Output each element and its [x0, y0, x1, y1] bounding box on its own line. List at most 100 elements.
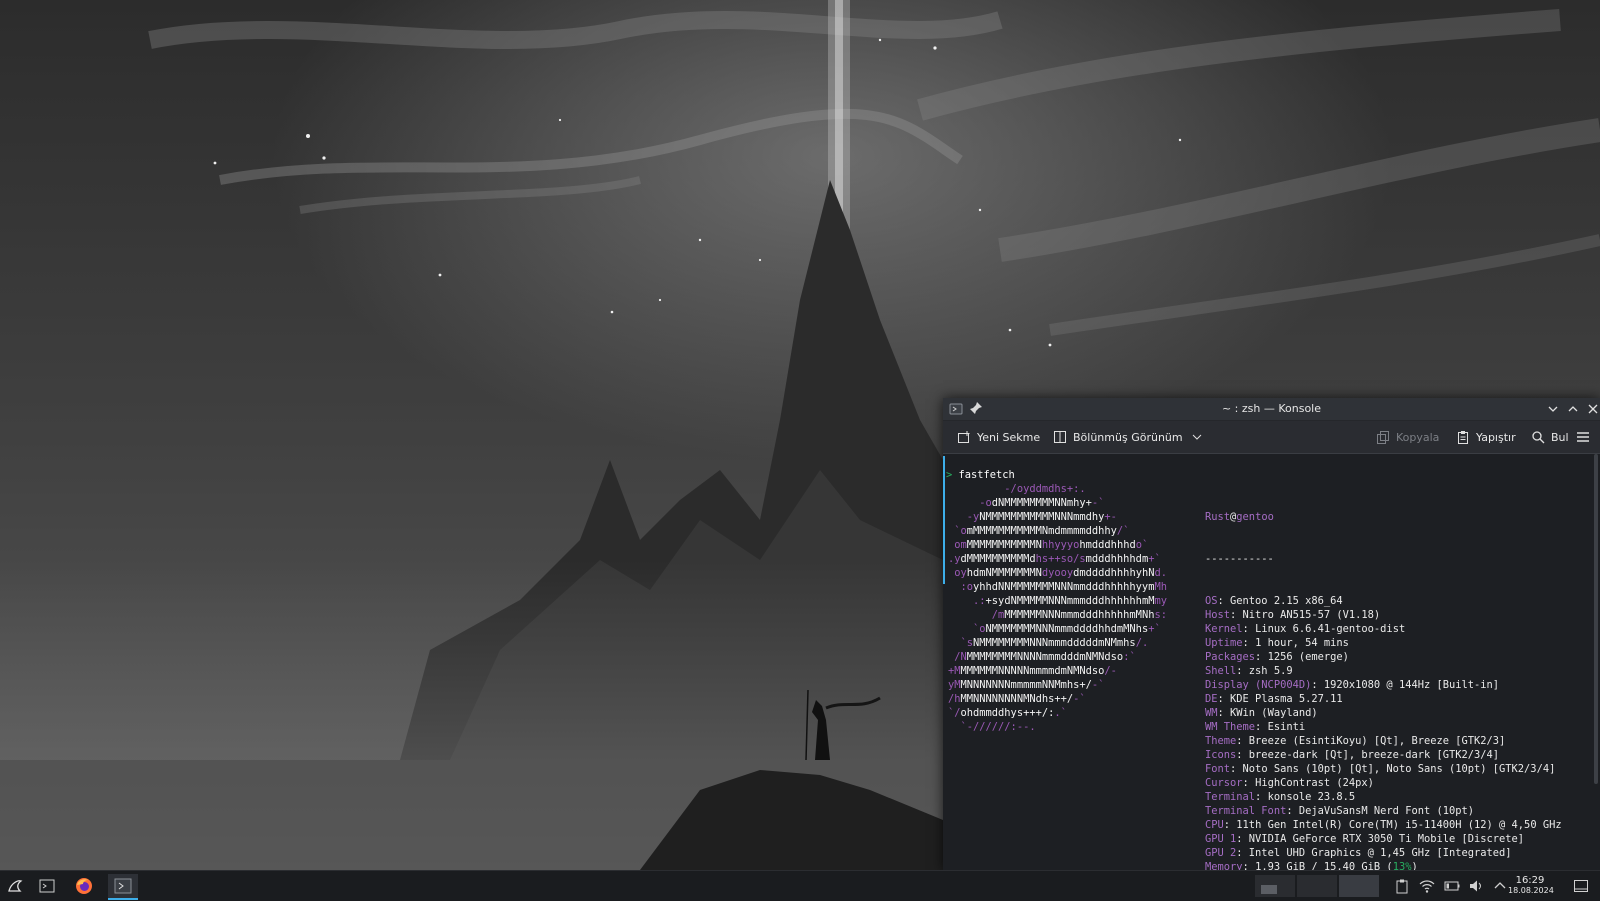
split-view-icon [1054, 431, 1066, 443]
info-key: Icons [1205, 749, 1237, 761]
logo-segment: dMMMMMMMMMMd [960, 553, 1036, 565]
logo-line: yMMNNNNNNNmmmmmNNMmhs+/-` [948, 678, 1167, 692]
logo-segment: -` [1091, 497, 1105, 509]
logo-segment: oy [948, 567, 967, 579]
paste-label: Yapıştır [1476, 430, 1516, 444]
gentoo-ascii-logo: -/oyddmdhs+:. -odNMMMMMMMMNNmhy+-` -yNMM… [948, 482, 1167, 734]
logo-segment: MNNNNNNNmmmmmNNMmhs+/ [960, 679, 1092, 691]
user-host-line: Rust@gentoo [1205, 511, 1274, 523]
scrollbar[interactable] [1594, 454, 1598, 784]
firefox-icon[interactable] [75, 877, 93, 895]
info-value: 1,93 GiB / 15,40 GiB ( [1255, 861, 1393, 870]
username: Rust [1205, 511, 1231, 523]
konsole-task-button[interactable] [108, 874, 138, 900]
logo-segment: hdmNMMMMMMMN [966, 567, 1042, 579]
logo-segment: +sydNMMMMMNNNmmmdddhhhhhhmM [985, 595, 1155, 607]
logo-segment: dyooy [1041, 567, 1074, 579]
window-titlebar[interactable]: ~ : zsh — Konsole [943, 398, 1600, 421]
info-key: DE [1205, 693, 1218, 705]
split-view-button[interactable]: Bölünmüş Görünüm [1053, 427, 1203, 447]
info-line: Terminal: konsole 23.8.5 [1205, 791, 1356, 803]
desktop-2[interactable] [1297, 875, 1337, 897]
logo-segment: MMMMMMMMMMMN [966, 539, 1042, 551]
logo-segment: -o [948, 497, 992, 509]
logo-segment: .: [948, 595, 986, 607]
logo-segment: `/ [948, 707, 961, 719]
paste-button[interactable]: Yapıştır [1456, 427, 1516, 447]
logo-segment: yM [948, 679, 961, 691]
desktop-3[interactable] [1339, 875, 1379, 897]
hamburger-menu-button[interactable] [1575, 427, 1597, 447]
copy-button[interactable]: Kopyala [1376, 427, 1439, 447]
maximize-icon[interactable] [1566, 402, 1580, 416]
info-key: Host [1205, 609, 1231, 621]
copy-icon [1377, 431, 1389, 444]
hostname: gentoo [1236, 511, 1274, 523]
new-tab-label: Yeni Sekme [977, 430, 1041, 444]
paste-icon [1458, 431, 1468, 444]
clock-date: 18.08.2024 [1508, 886, 1554, 895]
find-button[interactable]: Bul [1531, 427, 1569, 447]
konsole-icon [114, 878, 132, 894]
logo-line: `sNMMMMMMMMNNNmmmdddddmNMmhs/. [948, 636, 1167, 650]
logo-segment: dmddddhhhhyhN [1073, 567, 1155, 579]
show-desktop-icon[interactable] [1573, 878, 1589, 894]
logo-segment: my [1154, 595, 1167, 607]
window-title: ~ : zsh — Konsole [1221, 402, 1322, 415]
info-line: Theme: Breeze (EsintiKoyu) [Qt], Breeze … [1205, 735, 1506, 747]
logo-line: /mMMMMMMNNNmmmdddhhhhhmMNhs: [948, 608, 1167, 622]
desktop-1[interactable] [1255, 875, 1295, 897]
info-value: breeze-dark [Qt], breeze-dark [GTK2/3/4] [1248, 749, 1500, 761]
logo-segment: /- [1104, 665, 1117, 677]
info-line: Memory: 1,93 GiB / 15,40 GiB (13%) [1205, 860, 1562, 870]
logo-segment: /N [948, 651, 967, 663]
logo-segment: /h [948, 693, 961, 705]
new-tab-button[interactable]: Yeni Sekme [957, 427, 1040, 447]
info-value: 1 hour, 54 mins [1255, 637, 1349, 649]
logo-segment: mMMMMMMMMMMMNmdmmmmddhhy [966, 525, 1117, 537]
wifi-icon[interactable] [1419, 878, 1435, 894]
volume-icon[interactable] [1468, 878, 1484, 894]
terminal-area[interactable]: > fastfetch -/oyddmdhs+:. -odNMMMMMMMMNN… [943, 454, 1600, 870]
logo-line: `-//////:--. [948, 720, 1167, 734]
clock[interactable]: 16:29 18.08.2024 [1508, 875, 1554, 896]
info-key: CPU [1205, 819, 1224, 831]
info-line: CPU: 11th Gen Intel(R) Core(TM) i5-11400… [1205, 819, 1562, 831]
info-key: Uptime [1205, 637, 1243, 649]
info-key: WM [1205, 707, 1218, 719]
logo-segment: .` [1054, 707, 1067, 719]
logo-segment: +M [948, 665, 961, 677]
chevron-down-icon[interactable] [1191, 431, 1203, 443]
tray-expand-icon[interactable] [1492, 878, 1508, 894]
logo-segment: MMMMMMNNNNNmmmmdmNMNdso [960, 665, 1105, 677]
logo-segment: +` [1148, 623, 1161, 635]
konsole-window[interactable]: ~ : zsh — Konsole Yeni Sekme Bölünmüş Gö… [943, 398, 1600, 870]
logo-line: omMMMMMMMMMMMNhhyyyohmdddhhhdo` [948, 538, 1167, 552]
info-key: Terminal Font [1205, 805, 1287, 817]
battery-icon[interactable] [1444, 878, 1460, 894]
logo-line: +MMMMMMMNNNNNmmmmdmNMNdso/- [948, 664, 1167, 678]
logo-segment: ohdmmddhys+++/: [960, 707, 1055, 719]
command-line: > fastfetch [946, 468, 1015, 482]
app-launcher-icon[interactable] [6, 877, 24, 895]
info-key: OS [1205, 595, 1218, 607]
logo-segment: NMMMMMMMMMMMNNNmmdhy [979, 511, 1105, 523]
new-tab-icon [958, 431, 970, 443]
logo-line: /NMMMMMMMMNNNNmmmdddmNMNdso:` [948, 650, 1167, 664]
info-key: Shell [1205, 665, 1237, 677]
logo-segment: NMMMMMMMNNNmmmddddhhdmMNhs [985, 623, 1149, 635]
logo-segment: /` [1116, 525, 1130, 537]
info-value: DejaVuSansM Nerd Font (10pt) [1298, 805, 1475, 817]
minimize-icon[interactable] [1546, 402, 1560, 416]
pager-icon[interactable] [38, 877, 56, 895]
clipboard-icon[interactable] [1394, 878, 1410, 894]
logo-segment: MMMMMMNNNmmmdddhhhhhmMNh [1004, 609, 1155, 621]
info-key: GPU 2 [1205, 847, 1237, 859]
info-line: Kernel: Linux 6.6.41-gentoo-dist [1205, 623, 1406, 635]
logo-segment: .y [948, 553, 961, 565]
logo-line: .:+sydNMMMMMNNNmmmdddhhhhhhmMmy [948, 594, 1167, 608]
logo-line: -yNMMMMMMMMMMMNNNmmdhy+- [948, 510, 1167, 524]
virtual-desktop-pager[interactable] [1255, 875, 1381, 897]
close-icon[interactable] [1586, 402, 1600, 416]
hamburger-menu-icon [1577, 432, 1589, 442]
